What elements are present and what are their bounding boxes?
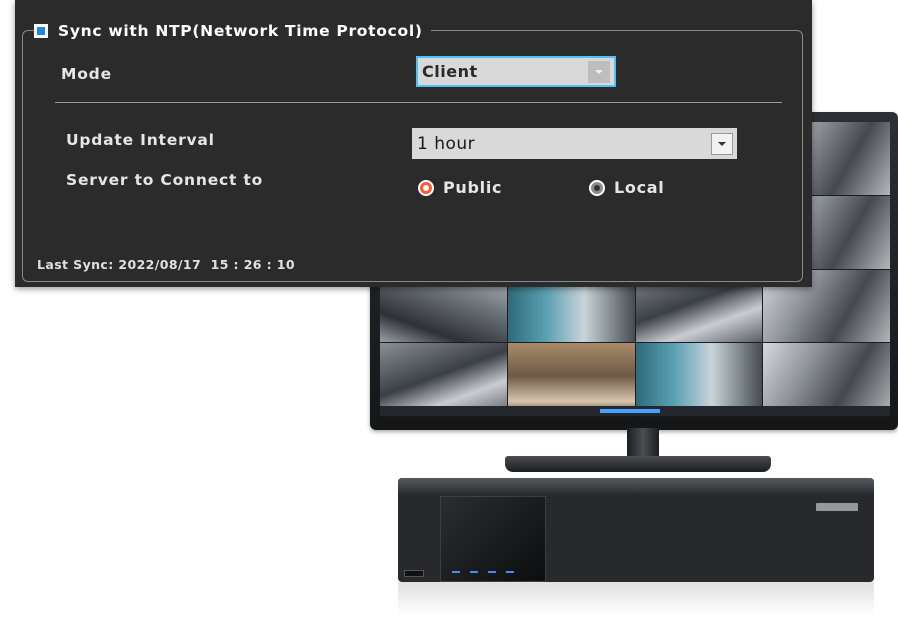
nvr-reflection: [398, 582, 874, 616]
monitor-stand-base: [505, 456, 771, 472]
mode-select[interactable]: Client: [416, 56, 616, 87]
usb-port: [404, 570, 424, 577]
nvr-front-panel: [440, 496, 546, 582]
chevron-down-icon[interactable]: [711, 132, 733, 155]
checkbox-checked-icon[interactable]: [34, 24, 48, 38]
ntp-sync-label: Sync with NTP(Network Time Protocol): [58, 22, 423, 40]
nvr-status-leds: [452, 571, 514, 573]
server-radio-local[interactable]: Local: [589, 178, 664, 197]
server-radio-local-label: Local: [614, 178, 665, 197]
chevron-down-icon[interactable]: [588, 60, 610, 83]
server-radio-public[interactable]: Public: [418, 178, 502, 197]
update-interval-label: Update Interval: [66, 131, 215, 149]
radio-selected-icon[interactable]: [418, 179, 434, 196]
nvr-top-panel: [398, 478, 874, 494]
radio-unselected-icon[interactable]: [589, 179, 605, 196]
last-sync-timestamp: Last Sync: 2022/08/17 15 : 26 : 10: [37, 257, 295, 272]
update-interval-select[interactable]: 1 hour: [412, 128, 737, 159]
ntp-sync-legend: Sync with NTP(Network Time Protocol): [34, 20, 431, 42]
section-divider: [55, 102, 782, 103]
nvr-logo: [816, 503, 858, 511]
mode-select-value: Client: [422, 62, 478, 81]
screen-taskbar: [380, 406, 890, 416]
update-interval-value: 1 hour: [417, 133, 476, 154]
server-to-connect-label: Server to Connect to: [66, 171, 264, 189]
mode-label: Mode: [61, 65, 112, 83]
server-radio-public-label: Public: [443, 178, 503, 197]
